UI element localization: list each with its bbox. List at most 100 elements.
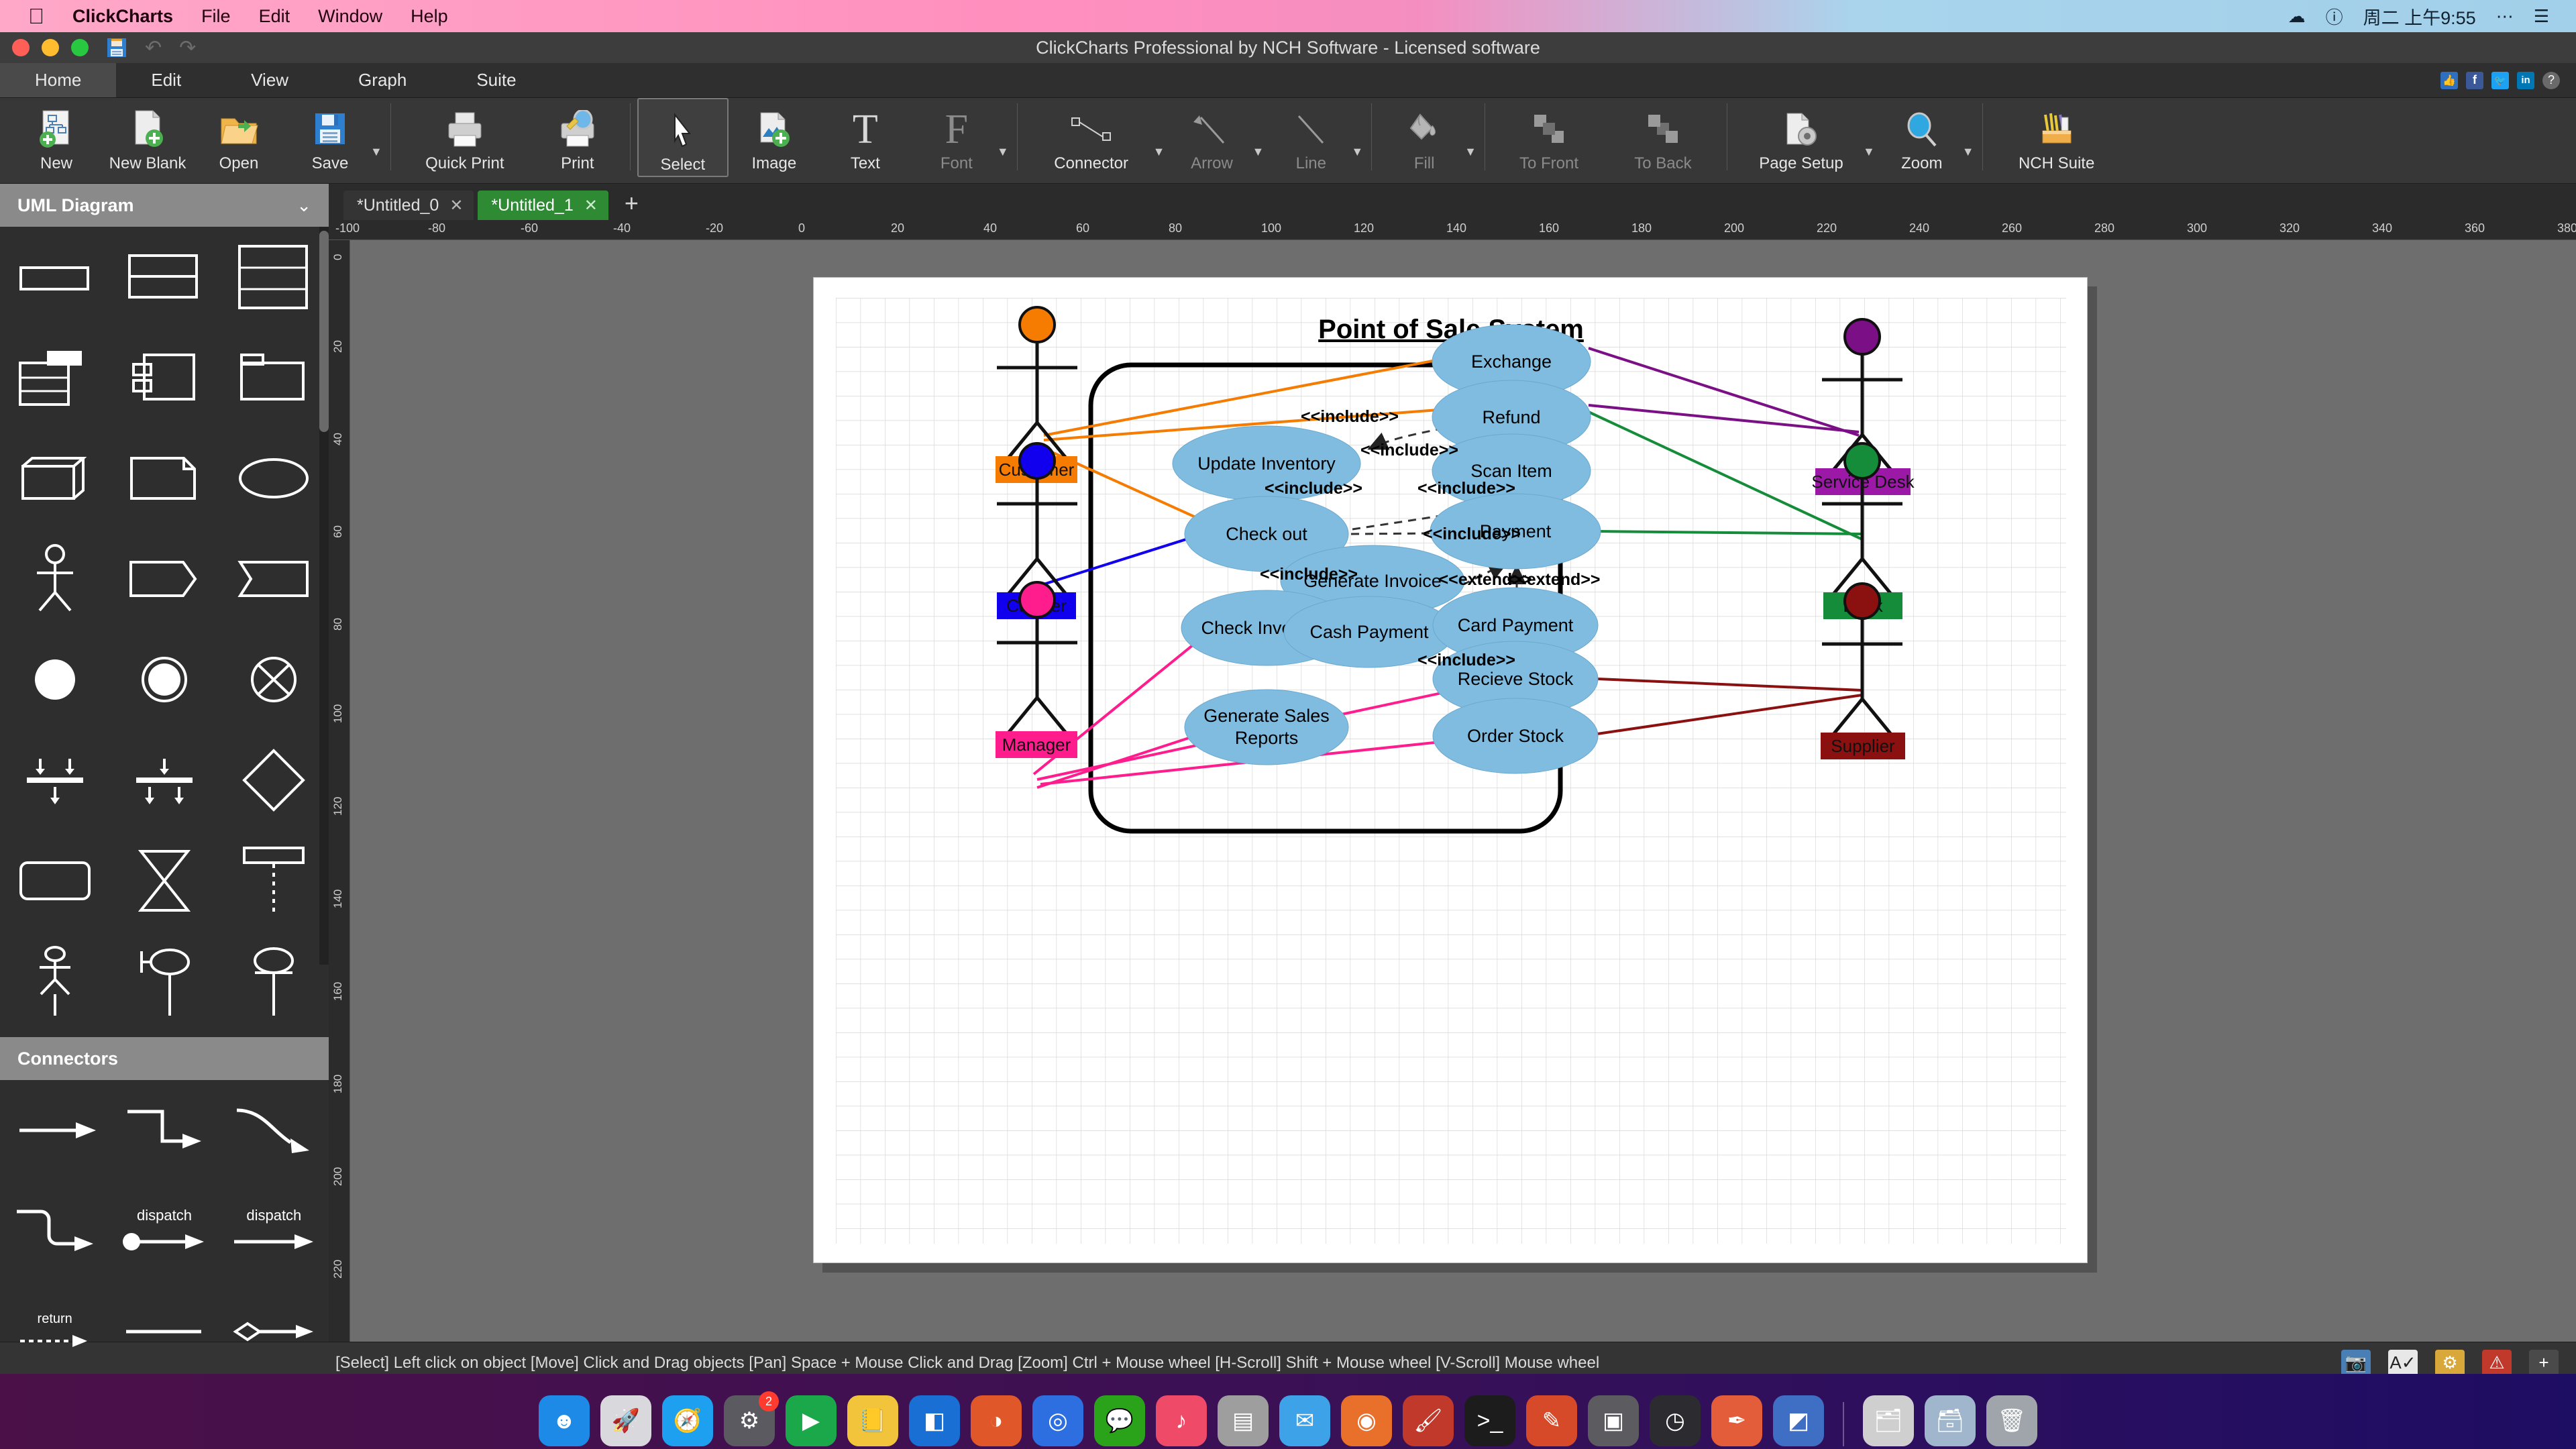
document-tab-untitled-1[interactable]: *Untitled_1 ✕ [478,191,608,220]
font-button[interactable]: F Font [911,98,1002,177]
tab-graph[interactable]: Graph [323,63,441,97]
add-icon[interactable]: + [2529,1349,2559,1377]
shape-required-interface[interactable] [219,529,329,629]
browser-icon[interactable]: ◑ [971,1395,1022,1446]
help-icon[interactable]: ? [2542,71,2560,89]
tab-edit[interactable]: Edit [116,63,216,97]
connector-rounded-elbow-arrow[interactable] [0,1181,109,1281]
connector-elbow-arrow[interactable] [109,1080,219,1181]
chrome-icon[interactable]: ◎ [1032,1395,1083,1446]
shape-decision-diamond[interactable] [219,730,329,830]
arrow-dropdown-caret-icon[interactable]: ▼ [1252,122,1264,159]
new-button[interactable]: New [11,98,102,177]
canvas-scroll-area[interactable]: Point of Sale System Exchange Refund Sca… [350,240,2576,1342]
save-button[interactable]: Save [284,98,376,177]
control-center-icon[interactable]: ☰ [2534,6,2549,27]
shape-class-rect[interactable] [0,227,109,327]
shape-class-three-compartment[interactable] [219,227,329,327]
thumbs-up-icon[interactable]: 👍 [2440,71,2458,89]
firefox-icon[interactable]: ◉ [1341,1395,1392,1446]
page-setup-button[interactable]: Page Setup [1734,98,1868,177]
mail-icon[interactable]: ✉ [1279,1395,1330,1446]
archive-icon[interactable]: ▤ [1218,1395,1269,1446]
wechat-icon[interactable]: 💬 [1094,1395,1145,1446]
use-case-order-stock[interactable]: Order Stock [1432,698,1599,774]
line-dropdown-caret-icon[interactable]: ▼ [1351,122,1363,159]
connector-dropdown-caret-icon[interactable]: ▼ [1153,122,1165,159]
uml-panel-header[interactable]: UML Diagram ⌄ [0,184,329,227]
fill-button[interactable]: Fill [1379,98,1470,177]
shape-rounded-rect[interactable] [0,830,109,931]
shape-class-two-compartment[interactable] [109,227,219,327]
page-setup-dropdown-caret-icon[interactable]: ▼ [1863,122,1875,159]
connector-button[interactable]: Connector [1024,98,1159,177]
shape-class-with-note[interactable] [0,327,109,428]
use-case-generate-sales-reports[interactable]: Generate Sales Reports [1184,689,1349,765]
connector-straight-arrow[interactable] [0,1080,109,1181]
diagram-page[interactable]: Point of Sale System Exchange Refund Sca… [813,277,2088,1263]
text-button[interactable]: T Text [820,98,911,177]
horizontal-ruler[interactable]: -100 -80 -60 -40 -20 0 20 40 60 80 100 120 140 160 180… [329,220,2576,240]
add-tab-button[interactable]: + [612,189,651,220]
cloud-icon[interactable]: ☁ [2288,6,2306,27]
launchpad-icon[interactable]: 🚀 [600,1395,651,1446]
shape-final-state[interactable] [219,629,329,730]
shape-ellipse[interactable] [219,428,329,529]
shape-entity-lifeline[interactable] [219,931,329,1032]
connector-plain-line[interactable] [109,1281,219,1382]
shape-merge-fork[interactable] [109,730,219,830]
vertical-ruler[interactable]: 020406080100120140160180200220240 [329,240,350,1342]
shape-filled-circle[interactable] [0,629,109,730]
quick-print-button[interactable]: Quick Print [398,98,532,177]
shield-icon[interactable]: ⓘ [2326,4,2343,29]
paint-icon[interactable]: 🖌 [1403,1395,1454,1446]
ellipsis-icon[interactable]: ⋯ [2496,6,2514,27]
apple-icon[interactable]:  [28,5,44,27]
chevron-down-icon[interactable]: ⌄ [297,195,311,216]
shape-initial-state[interactable] [109,629,219,730]
menu-item-help[interactable]: Help [411,6,448,27]
settings-gear-icon[interactable]: ⚙ [2435,1349,2465,1377]
menu-item-clickcharts[interactable]: ClickCharts [72,6,173,27]
to-front-button[interactable]: To Front [1492,98,1606,177]
facebook-icon[interactable]: f [2466,71,2483,89]
clickcharts-icon[interactable]: ◩ [1773,1395,1824,1446]
code-editor-icon[interactable]: ◧ [909,1395,960,1446]
image-button[interactable]: Image [729,98,820,177]
font-dropdown-caret-icon[interactable]: ▼ [997,122,1009,159]
office-icon[interactable]: ✎ [1526,1395,1577,1446]
arrow-button[interactable]: Arrow [1166,98,1257,177]
tab-view[interactable]: View [216,63,323,97]
spell-check-icon[interactable]: A✓ [2388,1349,2418,1377]
notes-icon[interactable]: 📒 [847,1395,898,1446]
clock-icon[interactable]: ◷ [1650,1395,1701,1446]
menu-item-file[interactable]: File [201,6,231,27]
connector-dispatch-dot-arrow[interactable]: dispatch [109,1181,219,1281]
connector-diamond-arrow[interactable] [219,1281,329,1382]
shape-note[interactable] [109,428,219,529]
open-button[interactable]: Open [193,98,284,177]
line-button[interactable]: Line [1265,98,1356,177]
connector-return-dashed-arrow[interactable]: return [0,1281,109,1382]
safari-icon[interactable]: 🧭 [662,1395,713,1446]
tab-suite[interactable]: Suite [441,63,551,97]
to-back-button[interactable]: To Back [1606,98,1720,177]
music-icon[interactable]: ♪ [1156,1395,1207,1446]
save-dropdown-caret-icon[interactable]: ▼ [370,122,382,159]
export-image-icon[interactable]: 📷 [2341,1349,2371,1377]
zoom-button[interactable]: Zoom [1876,98,1968,177]
trash-icon[interactable]: 🗑 [1986,1395,2037,1446]
shape-actor-stick-figure[interactable] [0,529,109,629]
close-icon[interactable]: ✕ [449,196,463,215]
sidebar-scrollbar-thumb[interactable] [319,231,329,432]
print-button[interactable]: Print [532,98,623,177]
shape-actor-lifeline[interactable] [0,931,109,1032]
connector-curved-arrow[interactable] [219,1080,329,1181]
menu-item-window[interactable]: Window [318,6,382,27]
select-tool-button[interactable]: Select [637,98,729,177]
new-blank-button[interactable]: New Blank [102,98,193,177]
downloads-icon[interactable]: 🗂 [1863,1395,1914,1446]
shape-provided-interface[interactable] [109,529,219,629]
files-icon[interactable]: 🗃 [1925,1395,1976,1446]
menu-item-edit[interactable]: Edit [259,6,290,27]
